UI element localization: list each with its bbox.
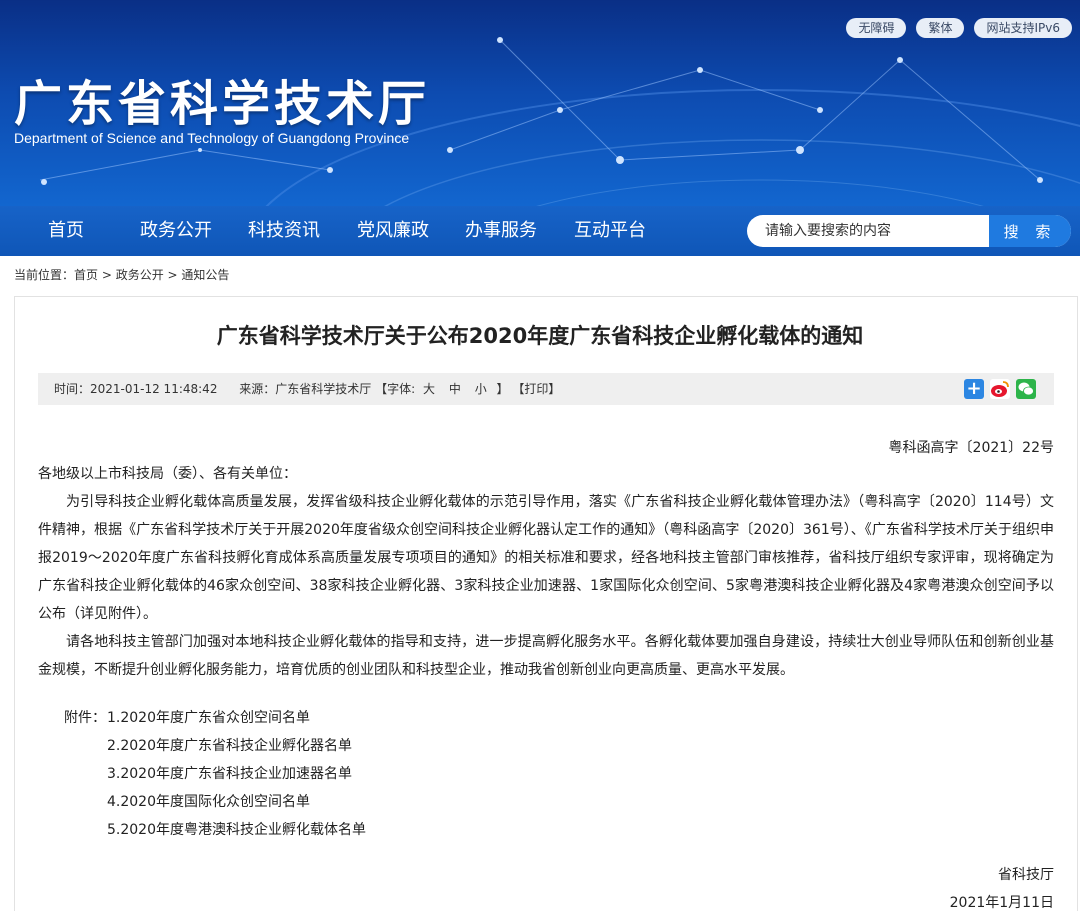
- signature-date: 2021年1月11日: [949, 895, 1054, 911]
- attachment-link-1[interactable]: 1.2020年度广东省众创空间名单: [107, 704, 310, 732]
- salutation: 各地级以上市科技局（委）、各有关单位：: [38, 466, 297, 482]
- font-medium-button[interactable]: 中: [449, 382, 461, 396]
- article-source: 来源：广东省科学技术厅: [239, 382, 372, 396]
- signature: 省科技厅: [998, 867, 1054, 883]
- article-title: 广东省科学技术厅关于公布2020年度广东省科技企业孵化载体的通知: [216, 324, 864, 348]
- weibo-icon[interactable]: [990, 379, 1010, 399]
- nav-item-interaction[interactable]: 互动平台: [574, 206, 646, 256]
- attachments-label: 附件：: [64, 710, 106, 726]
- top-links: 无障碍 繁体 网站支持IPv6: [846, 18, 1072, 38]
- publish-time: 时间：2021-01-12 11:48:42: [54, 382, 218, 396]
- breadcrumb-prefix: 当前位置：: [14, 268, 75, 282]
- nav-item-government-affairs[interactable]: 政务公开: [140, 206, 212, 256]
- search-box: 搜 索: [747, 215, 1071, 247]
- attachment-link-5[interactable]: 5.2020年度粤港澳科技企业孵化载体名单: [107, 816, 366, 844]
- breadcrumb-separator: >: [98, 268, 116, 282]
- breadcrumb-separator: >: [163, 268, 182, 282]
- search-input[interactable]: [747, 215, 989, 247]
- breadcrumb-government-affairs[interactable]: 政务公开: [116, 268, 164, 282]
- site-title: 广东省科学技术厅: [14, 76, 431, 132]
- search-button[interactable]: 搜 索: [989, 215, 1071, 247]
- paragraph-1: 为引导科技企业孵化载体高质量发展，发挥省级科技企业孵化载体的示范引导作用，落实《…: [38, 494, 1054, 622]
- attachment-link-3[interactable]: 3.2020年度广东省科技企业加速器名单: [107, 760, 352, 788]
- paragraph-2: 请各地科技主管部门加强对本地科技企业孵化载体的指导和支持，进一步提高孵化服务水平…: [38, 634, 1054, 678]
- font-size-close: 】: [496, 382, 509, 396]
- font-size-label: 【字体:: [375, 382, 416, 396]
- nav-item-home[interactable]: 首页: [48, 206, 84, 256]
- font-small-button[interactable]: 小: [475, 382, 487, 396]
- attachment-link-2[interactable]: 2.2020年度广东省科技企业孵化器名单: [107, 732, 352, 760]
- document-number: 粤科函高字〔2021〕22号: [888, 440, 1054, 456]
- traditional-chinese-link[interactable]: 繁体: [916, 18, 965, 38]
- ipv6-support-link[interactable]: 网站支持IPv6: [974, 18, 1072, 38]
- attachment-link-4[interactable]: 4.2020年度国际化众创空间名单: [107, 788, 310, 816]
- wechat-icon[interactable]: [1016, 379, 1036, 399]
- nav-item-tech-news[interactable]: 科技资讯: [248, 206, 320, 256]
- nav-item-services[interactable]: 办事服务: [465, 206, 537, 256]
- share-icons: +: [964, 379, 1036, 399]
- plus-share-icon[interactable]: +: [964, 379, 984, 399]
- site-subtitle: Department of Science and Technology of …: [14, 130, 410, 146]
- breadcrumb-home[interactable]: 首页: [74, 268, 98, 282]
- font-large-button[interactable]: 大: [423, 382, 435, 396]
- print-button[interactable]: 【打印】: [512, 382, 560, 396]
- breadcrumb-notices[interactable]: 通知公告: [181, 268, 229, 282]
- accessibility-link[interactable]: 无障碍: [846, 18, 907, 38]
- header-banner: 无障碍 繁体 网站支持IPv6 广东省科学技术厅 Department of S…: [0, 0, 1080, 206]
- article-meta-bar: 时间：2021-01-12 11:48:42 来源：广东省科学技术厅 【字体: …: [38, 373, 1054, 405]
- nav-item-party-integrity[interactable]: 党风廉政: [357, 206, 429, 256]
- breadcrumb: 当前位置：首页 > 政务公开 > 通知公告: [14, 266, 229, 283]
